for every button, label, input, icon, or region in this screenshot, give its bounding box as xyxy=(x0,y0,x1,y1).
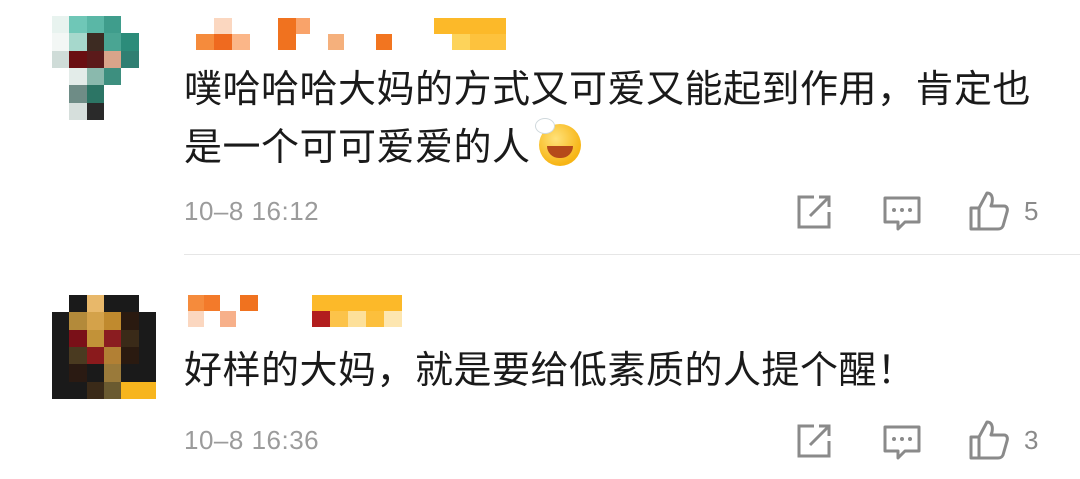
share-icon[interactable] xyxy=(794,421,834,461)
comment-text: 噗哈哈哈大妈的方式又可爱又能起到作用，肯定也是一个可可爱爱的人 xyxy=(184,67,1032,169)
comment-icon[interactable] xyxy=(882,423,922,463)
like-count: 3 xyxy=(1024,425,1039,455)
thumbs-up-icon[interactable] xyxy=(968,419,1010,461)
comment-item: 好样的大妈，就是要给低素质的人提个醒！ 10–8 16:36 3 xyxy=(0,255,1080,479)
like-count: 5 xyxy=(1024,196,1039,226)
comment-icon[interactable] xyxy=(882,194,922,234)
share-icon[interactable] xyxy=(794,192,834,232)
comment-text: 好样的大妈，就是要给低素质的人提个醒！ xyxy=(184,348,916,392)
username-pixelated[interactable] xyxy=(188,18,508,52)
comment-item: 噗哈哈哈大妈的方式又可爱又能起到作用，肯定也是一个可可爱爱的人 10–8 16:… xyxy=(0,0,1080,254)
thumbs-up-icon[interactable] xyxy=(968,190,1010,232)
username-pixelated[interactable] xyxy=(188,295,408,329)
avatar[interactable] xyxy=(52,16,156,120)
grinning-face-emoji-icon xyxy=(534,118,581,166)
comment-timestamp: 10–8 16:36 xyxy=(184,425,320,455)
comment-timestamp: 10–8 16:12 xyxy=(184,196,320,226)
avatar[interactable] xyxy=(52,295,156,399)
